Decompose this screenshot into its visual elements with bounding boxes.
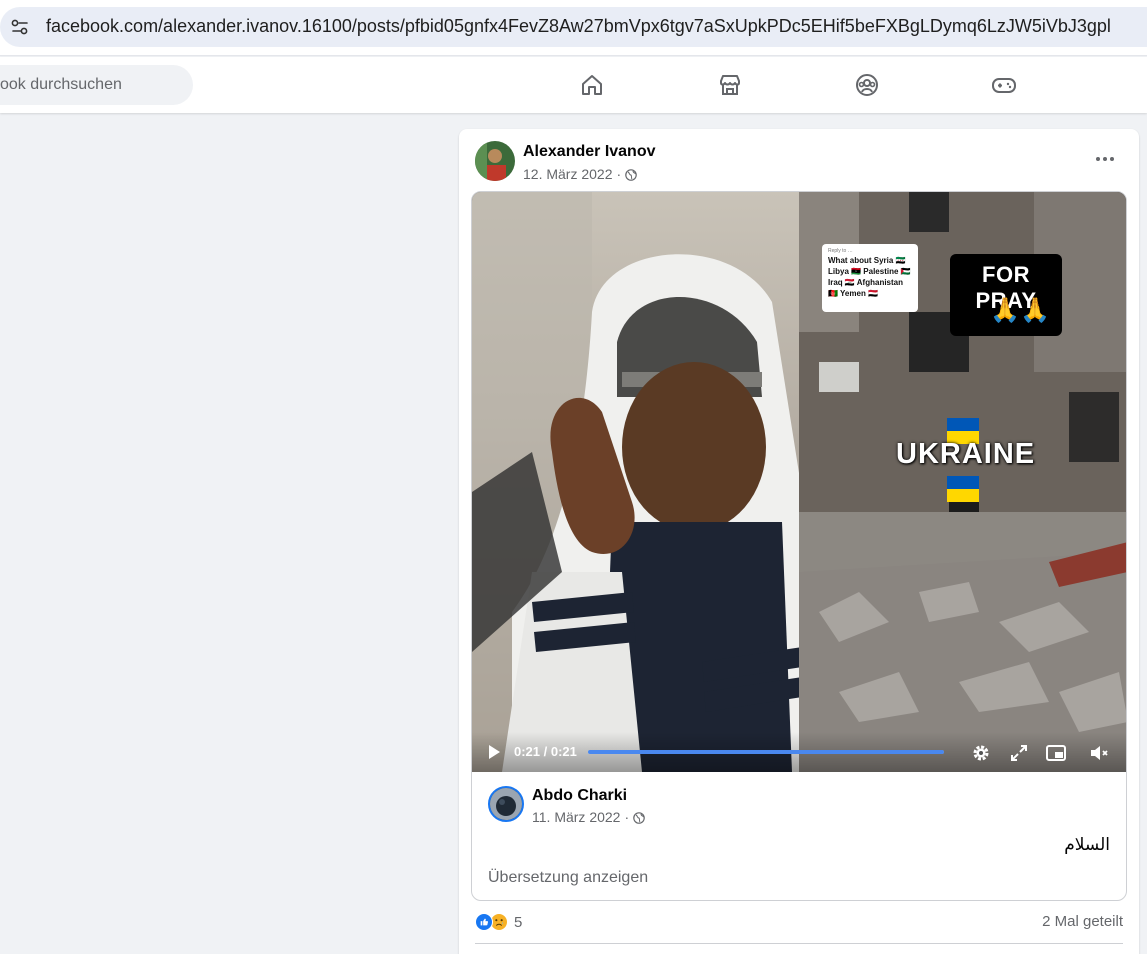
video-controls: 0:21 / 0:21 bbox=[472, 732, 1126, 772]
tiktok-reply-card: Reply to … What about Syria 🇸🇾 Libya 🇱🇾 … bbox=[822, 244, 918, 312]
facebook-top-nav: ook durchsuchen bbox=[0, 57, 1147, 113]
see-translation-link[interactable]: Übersetzung anzeigen bbox=[488, 869, 648, 887]
actions-divider bbox=[475, 943, 1123, 944]
shared-author-avatar[interactable] bbox=[488, 786, 524, 822]
reply-card-line: 🇦🇫 Yemen 🇾🇪 bbox=[828, 289, 879, 298]
author-avatar[interactable] bbox=[475, 141, 515, 181]
gaming-icon[interactable] bbox=[990, 71, 1018, 99]
picture-in-picture-icon[interactable] bbox=[1045, 742, 1067, 764]
reaction-count[interactable]: 5 bbox=[514, 914, 522, 931]
play-icon[interactable] bbox=[486, 744, 502, 760]
url-field[interactable]: facebook.com/alexander.ivanov.16100/post… bbox=[0, 7, 1147, 47]
home-icon[interactable] bbox=[578, 71, 606, 99]
post-meta: 12. März 2022 · bbox=[523, 166, 637, 182]
reply-card-header: Reply to … bbox=[828, 248, 853, 254]
shared-post: Reply to … What about Syria 🇸🇾 Libya 🇱🇾 … bbox=[471, 191, 1127, 901]
facebook-search-input[interactable]: ook durchsuchen bbox=[0, 65, 193, 105]
video-player[interactable]: Reply to … What about Syria 🇸🇾 Libya 🇱🇾 … bbox=[472, 192, 1126, 772]
video-progress-bar[interactable] bbox=[588, 750, 944, 754]
url-text[interactable]: facebook.com/alexander.ivanov.16100/post… bbox=[46, 16, 1111, 37]
shared-post-meta: 11. März 2022 · bbox=[532, 809, 645, 825]
for-pray-label: FOR PRAY 🙏🙏 bbox=[950, 254, 1062, 336]
meta-separator: · bbox=[616, 166, 622, 182]
muted-speaker-icon[interactable] bbox=[1088, 742, 1110, 764]
search-placeholder: ook durchsuchen bbox=[0, 76, 122, 93]
site-settings-icon[interactable] bbox=[10, 17, 30, 37]
fullscreen-icon[interactable] bbox=[1008, 742, 1030, 764]
globe-icon bbox=[633, 811, 645, 824]
shared-post-text: السلام bbox=[1064, 835, 1110, 855]
like-reaction-icon bbox=[475, 913, 493, 931]
ukraine-flag-icon bbox=[947, 476, 979, 502]
settings-gear-icon[interactable] bbox=[970, 742, 992, 764]
ukraine-label: UKRAINE bbox=[896, 438, 1036, 470]
globe-icon bbox=[625, 168, 637, 181]
reply-card-line: Libya 🇱🇾 Palestine 🇵🇸 bbox=[828, 267, 911, 276]
reply-card-line: What about Syria 🇸🇾 bbox=[828, 256, 906, 265]
reply-card-line: Iraq 🇮🇶 Afghanistan bbox=[828, 278, 904, 287]
browser-address-bar: facebook.com/alexander.ivanov.16100/post… bbox=[0, 0, 1147, 56]
marketplace-icon[interactable] bbox=[716, 71, 744, 99]
more-options-button[interactable] bbox=[1089, 145, 1121, 173]
reactions-summary[interactable]: 5 bbox=[475, 911, 522, 933]
video-left-frame bbox=[472, 192, 799, 772]
pray-hands-icon: 🙏🙏 bbox=[990, 297, 1051, 324]
post-card: Alexander Ivanov 12. März 2022 · Reply t… bbox=[459, 129, 1139, 954]
meta-separator: · bbox=[624, 809, 630, 825]
shared-post-date[interactable]: 11. März 2022 bbox=[532, 809, 620, 825]
post-author-name[interactable]: Alexander Ivanov bbox=[523, 143, 656, 161]
video-progress-fill bbox=[588, 750, 944, 754]
video-time: 0:21 / 0:21 bbox=[514, 744, 577, 759]
shares-count[interactable]: 2 Mal geteilt bbox=[1042, 913, 1123, 930]
post-date[interactable]: 12. März 2022 bbox=[523, 166, 613, 182]
shared-author-name[interactable]: Abdo Charki bbox=[532, 787, 627, 805]
groups-icon[interactable] bbox=[853, 71, 881, 99]
